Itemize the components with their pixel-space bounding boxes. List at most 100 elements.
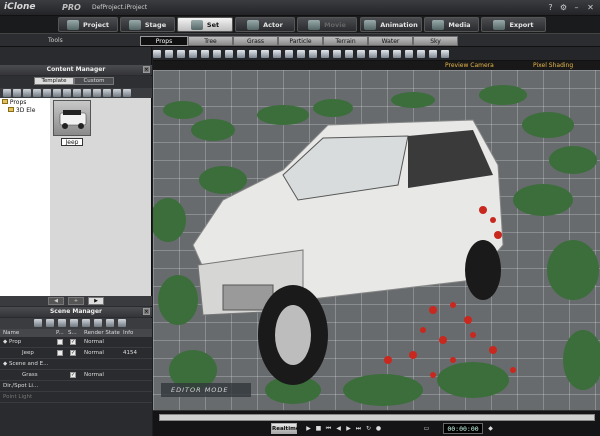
subtab-grass[interactable]: Grass	[233, 36, 278, 46]
add-content-button[interactable]: +	[68, 297, 84, 305]
s-checkbox[interactable]: ✓	[70, 372, 76, 378]
timeline-slider[interactable]	[159, 414, 595, 421]
subtab-water[interactable]: Water	[368, 36, 413, 46]
tree-item-3d-elements[interactable]: 3D Ele	[8, 107, 35, 114]
undo-icon[interactable]	[153, 50, 161, 58]
last-frame-icon[interactable]: ⏭	[355, 425, 362, 432]
effects-icon[interactable]	[405, 50, 413, 58]
fit-icon[interactable]	[321, 50, 329, 58]
ungroup-icon[interactable]	[58, 319, 66, 327]
render-icon[interactable]	[369, 50, 377, 58]
gear-icon[interactable]: ⚙	[558, 3, 569, 13]
move-up-icon[interactable]	[177, 50, 185, 58]
shading-icon[interactable]	[393, 50, 401, 58]
move-down-icon[interactable]	[189, 50, 197, 58]
tab-actor[interactable]: Actor	[235, 17, 295, 32]
subtab-sky[interactable]: Sky	[413, 36, 458, 46]
scale-icon[interactable]	[237, 50, 245, 58]
tab-animation[interactable]: Animation	[360, 17, 422, 32]
lock-icon[interactable]	[82, 319, 90, 327]
up-folder-icon[interactable]	[13, 89, 21, 97]
sort-icon[interactable]	[113, 89, 121, 97]
next-page-button[interactable]: ▶	[88, 297, 104, 305]
scene-manager-close-button[interactable]: ×	[143, 308, 150, 315]
subtab-terrain[interactable]: Terrain	[323, 36, 368, 46]
settings-icon[interactable]	[123, 89, 131, 97]
list-icon[interactable]	[83, 89, 91, 97]
stop-icon[interactable]: ■	[315, 425, 322, 432]
tools-menu[interactable]: Tools	[48, 37, 63, 44]
wireframe-icon[interactable]	[381, 50, 389, 58]
p-checkbox[interactable]	[57, 339, 63, 345]
first-frame-icon[interactable]: ⏮	[325, 425, 332, 432]
expand-icon[interactable]	[106, 319, 114, 327]
realtime-toggle[interactable]: Realtime	[271, 423, 300, 434]
tab-set[interactable]: Set	[177, 17, 233, 32]
close-icon[interactable]: ✕	[585, 3, 596, 13]
group-icon[interactable]	[46, 319, 54, 327]
snap-icon[interactable]	[261, 50, 269, 58]
delete-icon[interactable]	[43, 89, 51, 97]
p-checkbox[interactable]	[57, 350, 63, 356]
prev-page-button[interactable]: ◀	[48, 297, 64, 305]
zoom-icon[interactable]	[309, 50, 317, 58]
3d-viewport[interactable]: Preview Camera Pixel Shading EDITOR MODE	[153, 47, 600, 410]
tab-stage[interactable]: Stage	[120, 17, 175, 32]
loop-icon[interactable]: ↻	[365, 425, 372, 432]
fullscreen-icon[interactable]	[429, 50, 437, 58]
s-checkbox[interactable]: ✓	[70, 350, 76, 356]
export-icon[interactable]	[73, 89, 81, 97]
rotate-icon[interactable]	[225, 50, 233, 58]
import-icon[interactable]	[63, 89, 71, 97]
table-row[interactable]: Point Light	[0, 392, 152, 403]
subtab-tree[interactable]: Tree	[188, 36, 233, 46]
jeep-thumbnail[interactable]	[53, 100, 91, 136]
camera-icon[interactable]	[333, 50, 341, 58]
table-row[interactable]: Dir./Spot Li...	[0, 381, 152, 392]
filter-icon[interactable]	[34, 319, 42, 327]
grid-icon[interactable]	[357, 50, 365, 58]
table-row[interactable]: ◆ Prop ✓ Normal	[0, 337, 152, 348]
s-checkbox[interactable]: ✓	[70, 339, 76, 345]
table-row[interactable]: ◆ Scene and E...	[0, 359, 152, 370]
search-icon[interactable]	[103, 89, 111, 97]
align-icon[interactable]	[273, 50, 281, 58]
add-icon[interactable]	[33, 89, 41, 97]
preview-icon[interactable]	[441, 50, 449, 58]
link-icon[interactable]	[94, 319, 102, 327]
visibility-icon[interactable]	[70, 319, 78, 327]
timeline-icon[interactable]: ▭	[423, 425, 430, 432]
tree-item-props[interactable]: Props	[2, 99, 26, 106]
tab-media[interactable]: Media	[424, 17, 479, 32]
prev-frame-icon[interactable]: ◀	[335, 425, 342, 432]
pick-icon[interactable]	[417, 50, 425, 58]
table-row[interactable]: Jeep ✓ Normal 4154	[0, 348, 152, 359]
move-right-icon[interactable]	[213, 50, 221, 58]
tab-export[interactable]: Export	[481, 17, 546, 32]
subtab-props[interactable]: Props	[140, 36, 188, 46]
jeep-model[interactable]	[192, 119, 504, 385]
minimize-icon[interactable]: –	[571, 3, 582, 13]
play-icon[interactable]: ▶	[305, 425, 312, 432]
collapse-icon[interactable]	[118, 319, 126, 327]
orbit-icon[interactable]	[297, 50, 305, 58]
subtab-particle[interactable]: Particle	[278, 36, 323, 46]
move-left-icon[interactable]	[201, 50, 209, 58]
shading-selector[interactable]: Pixel Shading	[533, 62, 573, 69]
content-manager-close-button[interactable]: ×	[143, 66, 150, 73]
select-icon[interactable]	[249, 50, 257, 58]
pan-icon[interactable]	[285, 50, 293, 58]
redo-icon[interactable]	[165, 50, 173, 58]
camera-selector[interactable]: Preview Camera	[445, 62, 494, 69]
tab-custom[interactable]: Custom	[74, 77, 114, 85]
refresh-icon[interactable]	[53, 89, 61, 97]
light-icon[interactable]	[345, 50, 353, 58]
keyframe-icon[interactable]: ◆	[487, 425, 494, 432]
tab-project[interactable]: Project	[58, 17, 118, 32]
table-row[interactable]: Grass ✓ Normal	[0, 370, 152, 381]
thumbnail-icon[interactable]	[93, 89, 101, 97]
next-frame-icon[interactable]: ▶	[345, 425, 352, 432]
view-icon[interactable]	[23, 89, 31, 97]
folder-icon[interactable]	[3, 89, 11, 97]
tab-template[interactable]: Template	[34, 77, 74, 85]
